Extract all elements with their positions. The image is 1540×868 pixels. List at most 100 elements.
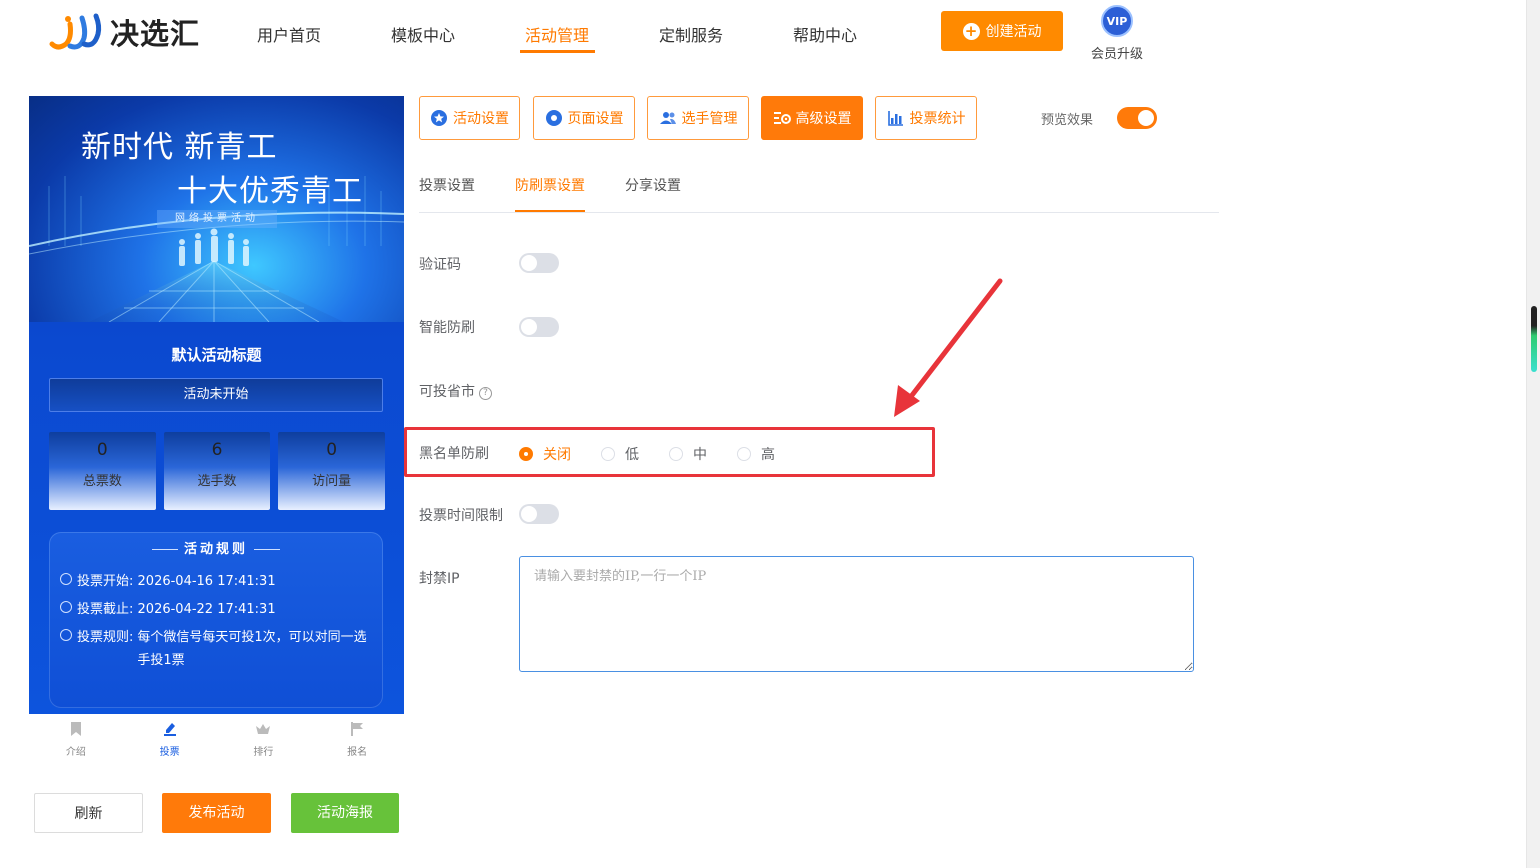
stat-value: 0 <box>326 440 338 460</box>
page-scrollbar[interactable] <box>1526 0 1540 868</box>
nav-item-templates[interactable]: 模板中心 <box>391 22 455 46</box>
ban-ip-label: 封禁IP <box>419 571 460 587</box>
stat-total-votes: 0 总票数 <box>49 432 156 510</box>
flag-icon <box>351 722 364 736</box>
tab-label: 介绍 <box>65 747 86 758</box>
tool-label: 页面设置 <box>567 111 624 127</box>
vip-label: 会员升级 <box>1090 47 1143 62</box>
tool-label: 选手管理 <box>681 111 738 127</box>
rule-value: 2026-04-22 17:41:31 <box>137 602 276 617</box>
page: 决选汇 用户首页 模板中心 活动管理 定制服务 帮助中心 + 创建活动 VIP … <box>0 0 1540 868</box>
stat-label: 访问量 <box>312 474 352 489</box>
stat-value: 6 <box>211 440 223 460</box>
stat-label: 总票数 <box>82 474 122 489</box>
activity-poster-button[interactable]: 活动海报 <box>291 793 399 833</box>
subtab-vote-settings[interactable]: 投票设置 <box>419 175 475 195</box>
stat-label: 选手数 <box>197 474 237 489</box>
nav-item-help[interactable]: 帮助中心 <box>793 22 857 46</box>
time-limit-toggle[interactable] <box>519 504 559 524</box>
preview-toggle-label: 预览效果 <box>1041 113 1094 128</box>
banner-title-line1: 新时代 新青工 <box>81 130 278 165</box>
tab-label: 排行 <box>253 747 274 758</box>
province-label: 可投省市? <box>419 381 492 401</box>
subtab-anti-fraud[interactable]: 防刷票设置 <box>515 175 585 195</box>
create-activity-label: 创建活动 <box>985 24 1042 40</box>
brand-logo[interactable]: 决选汇 <box>48 10 200 54</box>
rule-value: 2026-04-16 17:41:31 <box>137 574 276 589</box>
rule-vote-rule: 投票规则: 每个微信号每天可投1次，可以对同一选手投1票 <box>60 626 376 672</box>
tool-label: 高级设置 <box>795 111 852 127</box>
annotation-arrow-icon <box>894 278 1003 417</box>
rules-panel: 活动规则 投票开始: 2026-04-16 17:41:31 投票截止: 202… <box>49 532 383 708</box>
vip-badge-text: VIP <box>1107 15 1128 28</box>
info-icon <box>60 629 72 641</box>
tool-label: 投票统计 <box>909 111 966 127</box>
gear-list-icon <box>773 112 791 124</box>
rule-key: 投票规则: <box>77 630 134 645</box>
smart-anti-fraud-toggle[interactable] <box>519 317 559 337</box>
bar-chart-icon <box>887 111 903 126</box>
stat-contestants: 6 选手数 <box>163 432 271 510</box>
ban-ip-textarea[interactable] <box>519 556 1194 672</box>
flower-icon <box>545 110 562 126</box>
star-circle-icon <box>431 110 447 126</box>
time-limit-label: 投票时间限制 <box>419 508 503 524</box>
logo-mark-icon <box>49 13 102 50</box>
banner-title-line2: 十大优秀青工 <box>177 174 363 209</box>
rule-start-time: 投票开始: 2026-04-16 17:41:31 <box>60 570 276 593</box>
nav-active-indicator <box>520 50 595 53</box>
advanced-settings-button[interactable]: 高级设置 <box>761 96 863 140</box>
preview-tabbar: 介绍 投票 排行 报名 <box>29 714 404 764</box>
nav-item-activity-manage[interactable]: 活动管理 <box>525 22 589 46</box>
contestant-manage-button[interactable]: 选手管理 <box>647 96 749 140</box>
page-settings-button[interactable]: 页面设置 <box>533 96 635 140</box>
scrollbar-thumb[interactable] <box>1531 306 1537 372</box>
rule-value: 每个微信号每天可投1次，可以对同一选手投1票 <box>137 630 367 668</box>
activity-title: 默认活动标题 <box>171 346 262 364</box>
activity-settings-button[interactable]: 活动设置 <box>419 96 520 140</box>
stat-visits: 0 访问量 <box>278 432 386 510</box>
tab-label: 投票 <box>159 747 180 758</box>
users-icon <box>659 112 676 124</box>
question-circle-icon[interactable]: ? <box>479 387 492 400</box>
nav-item-custom-service[interactable]: 定制服务 <box>659 22 723 46</box>
stats-row: 0 总票数 6 选手数 0 访问量 <box>49 432 386 510</box>
subtab-share-settings[interactable]: 分享设置 <box>625 175 681 195</box>
brand-name: 决选汇 <box>110 17 201 51</box>
captcha-toggle[interactable] <box>519 253 559 273</box>
tab-intro[interactable]: 介绍 <box>29 714 123 764</box>
preview-toggle[interactable] <box>1117 107 1157 129</box>
subtab-active-indicator <box>515 210 585 212</box>
captcha-label: 验证码 <box>419 257 461 273</box>
rules-title: 活动规则 <box>49 538 383 557</box>
vip-upgrade[interactable]: VIP 会员升级 <box>1088 4 1146 62</box>
vip-badge-icon: VIP <box>1101 5 1133 37</box>
vote-icon <box>163 723 176 736</box>
plus-circle-icon: + <box>962 22 980 40</box>
phone-preview: 新时代 新青工 十大优秀青工 网络投票活动 默认活动标题 活动未开始 0 总票数… <box>29 96 404 714</box>
vote-stats-button[interactable]: 投票统计 <box>875 96 977 140</box>
highlight-annotation-box <box>404 427 935 477</box>
rule-end-time: 投票截止: 2026-04-22 17:41:31 <box>60 598 276 621</box>
banner-subtitle: 网络投票活动 <box>157 210 277 228</box>
publish-activity-button[interactable]: 发布活动 <box>162 793 271 833</box>
tab-label: 报名 <box>347 747 368 758</box>
tab-rank[interactable]: 排行 <box>217 714 311 764</box>
tool-label: 活动设置 <box>453 111 509 127</box>
activity-status: 活动未开始 <box>49 378 383 412</box>
stat-value: 0 <box>96 440 108 460</box>
preview-banner: 新时代 新青工 十大优秀青工 网络投票活动 <box>29 96 404 322</box>
tab-signup[interactable]: 报名 <box>310 714 404 764</box>
smart-anti-fraud-label: 智能防刷 <box>419 320 475 336</box>
settings-subtabs: 投票设置 防刷票设置 分享设置 <box>419 170 1219 213</box>
crown-icon <box>256 724 271 734</box>
province-label-text: 可投省市 <box>419 384 475 400</box>
refresh-button[interactable]: 刷新 <box>34 793 143 833</box>
clock-icon <box>60 573 72 585</box>
clock-icon <box>60 601 72 613</box>
nav-item-home[interactable]: 用户首页 <box>257 22 321 46</box>
create-activity-button[interactable]: + 创建活动 <box>941 11 1063 51</box>
rule-key: 投票截止: <box>77 602 134 617</box>
bookmark-icon <box>70 722 81 736</box>
tab-vote[interactable]: 投票 <box>123 714 217 764</box>
